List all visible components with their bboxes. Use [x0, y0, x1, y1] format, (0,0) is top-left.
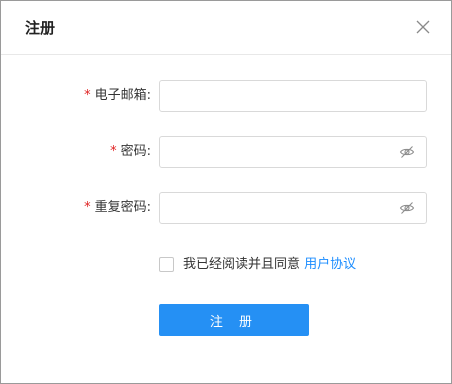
email-row: * 电子邮箱:	[1, 80, 451, 112]
required-mark: *	[110, 144, 117, 159]
eye-off-icon[interactable]	[399, 200, 415, 216]
agreement-label: 我已经阅读并且同意	[183, 257, 301, 272]
confirm-password-label-text: 重复密码:	[94, 200, 151, 215]
user-agreement-link[interactable]: 用户协议	[304, 257, 356, 272]
confirm-password-row: * 重复密码:	[1, 192, 451, 224]
password-row: * 密码:	[1, 136, 451, 168]
password-field[interactable]	[159, 136, 427, 168]
dialog-header: 注册	[1, 1, 451, 55]
confirm-password-field[interactable]	[159, 192, 427, 224]
required-mark: *	[84, 88, 91, 103]
password-label: * 密码:	[110, 136, 151, 168]
eye-off-icon[interactable]	[399, 144, 415, 160]
register-dialog: 注册 * 电子邮箱: * 密码: * 重复密码: 我已经阅读并且同意 用户协议 …	[0, 0, 452, 384]
close-icon[interactable]	[415, 19, 431, 35]
required-mark: *	[84, 200, 91, 215]
dialog-title: 注册	[25, 19, 56, 37]
agreement-checkbox[interactable]	[159, 257, 174, 272]
email-label: * 电子邮箱:	[84, 80, 151, 112]
register-button[interactable]: 注 册	[159, 304, 309, 336]
password-label-text: 密码:	[120, 144, 151, 159]
confirm-password-label: * 重复密码:	[84, 192, 151, 224]
email-label-text: 电子邮箱:	[94, 88, 151, 103]
email-field[interactable]	[159, 80, 427, 112]
agreement-text: 我已经阅读并且同意 用户协议	[183, 256, 356, 274]
